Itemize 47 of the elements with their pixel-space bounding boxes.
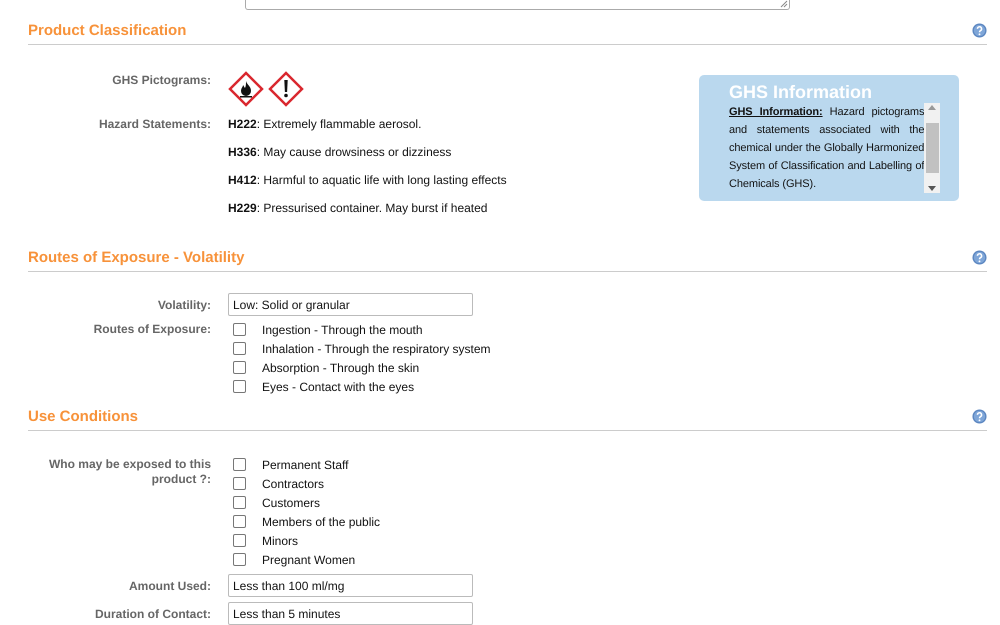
field-label: Amount Used: <box>129 579 211 593</box>
hazard-statement: H412: Harmful to aquatic life with long lasting effects <box>228 173 508 187</box>
checkbox-label: Eyes - Contact with the eyes <box>262 378 414 396</box>
hazard-statement: H336: May cause drowsiness or dizziness <box>228 145 452 159</box>
checkbox-label: Pregnant Women <box>262 552 356 568</box>
info-text: GHS Information: Hazard pictograms and statements associated with the chemical under the Globally Harmonized System of Classification and Labelling of Chemicals (GHS). <box>729 105 924 192</box>
section-title: Routes of Exposure - Volatility <box>28 249 244 267</box>
text-field[interactable]: Less than 5 minutes <box>228 602 473 625</box>
text-field[interactable]: Less than 100 ml/mg <box>228 574 473 597</box>
scroll-down-icon[interactable] <box>928 186 936 191</box>
checkbox-label: Contractors <box>262 476 324 492</box>
field-label: Who may be exposed to this product ?: <box>48 457 211 486</box>
scrollbar[interactable] <box>924 103 940 193</box>
field-label: GHS Pictograms: <box>112 73 211 87</box>
notes-field[interactable] <box>245 0 790 10</box>
checkbox-label: Absorption - Through the skin <box>262 360 420 376</box>
checkbox[interactable] <box>233 515 246 528</box>
checkbox[interactable] <box>233 496 246 509</box>
field-label: Volatility: <box>158 298 211 312</box>
text-field[interactable]: Low: Solid or granular <box>228 293 473 316</box>
hazard-statement: H229: Pressurised container. May burst if heated <box>228 201 488 215</box>
checkbox-label: Customers <box>262 494 320 512</box>
checkbox-label: Members of the public <box>262 514 380 530</box>
help-icon[interactable] <box>972 22 987 38</box>
checkbox[interactable] <box>233 323 246 336</box>
checkbox[interactable] <box>233 458 246 471</box>
checkbox[interactable] <box>233 477 246 490</box>
field-label: Hazard Statements: <box>98 117 211 131</box>
checkbox[interactable] <box>233 361 246 374</box>
hazard-statement: H222: Extremely flammable aerosol. <box>228 117 422 131</box>
help-icon[interactable] <box>972 408 987 424</box>
field-label: Routes of Exposure: <box>94 322 211 336</box>
help-icon[interactable] <box>972 250 987 264</box>
checkbox-label: Inhalation - Through the respiratory system <box>262 340 491 358</box>
checkbox-label: Minors <box>262 532 298 550</box>
checkbox-label: Permanent Staff <box>262 456 348 474</box>
checkbox[interactable] <box>233 553 246 566</box>
checkbox-label: Ingestion - Through the mouth <box>262 322 423 338</box>
field-label: Duration of Contact: <box>95 607 211 621</box>
checkbox[interactable] <box>233 534 246 547</box>
scroll-up-icon[interactable] <box>928 105 936 110</box>
section-title: Product Classification <box>28 22 186 40</box>
checkbox[interactable] <box>233 342 246 355</box>
resize-handle-icon[interactable] <box>780 0 788 8</box>
checkbox[interactable] <box>233 380 246 393</box>
section-title: Use Conditions <box>28 408 138 426</box>
info-title: GHS Information <box>729 81 873 103</box>
